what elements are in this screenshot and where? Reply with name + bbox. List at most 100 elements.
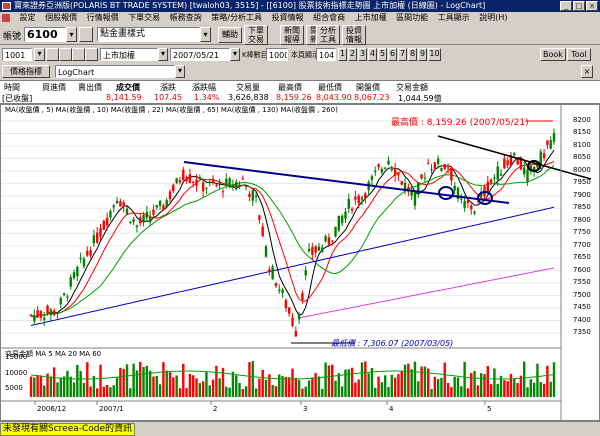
volume-bar	[119, 367, 122, 397]
volume-bar	[185, 388, 188, 397]
volume-bar	[486, 365, 489, 397]
candle-body	[158, 200, 162, 206]
candle-body	[182, 169, 185, 180]
volume-bar	[479, 373, 483, 397]
menu-item-news[interactable]: 投資情報	[272, 13, 304, 22]
volume-bar	[390, 374, 394, 397]
menu-item-market-quote[interactable]: 行情報價	[87, 13, 119, 22]
nav-first-button[interactable]	[46, 48, 59, 61]
num-button-10[interactable]: 10	[428, 48, 441, 61]
code-dropdown-button[interactable]: ▾	[66, 27, 77, 42]
candle-body	[43, 317, 46, 320]
stock-name-field[interactable]: 上市加權	[100, 48, 158, 61]
volume-bar	[314, 372, 317, 397]
stock-dropdown-button[interactable]: ▾	[34, 48, 45, 61]
candle-body	[248, 193, 251, 197]
num-button-8[interactable]: 8	[408, 48, 417, 61]
display-count-input[interactable]: 104	[316, 48, 336, 61]
back-button[interactable]	[79, 27, 93, 42]
volume-bar	[66, 370, 69, 397]
num-button-9[interactable]: 9	[418, 48, 427, 61]
price-indicator-button[interactable]: 價格指標	[2, 65, 50, 78]
price-tick-label: 7750	[573, 228, 591, 237]
num-button-7[interactable]: 7	[398, 48, 407, 61]
volume-bar	[142, 366, 145, 397]
candle-body	[397, 173, 400, 176]
menu-item-stock-quote[interactable]: 個股報價	[45, 13, 77, 22]
close-indicator-button[interactable]: ×	[581, 65, 593, 78]
mode-dropdown-button[interactable]: ▾	[200, 27, 211, 42]
low-annotation: 最低價 : 7,306.07 (2007/03/05)	[331, 339, 454, 348]
analysis-tool-button[interactable]: 分析工具	[316, 25, 340, 45]
volume-bar	[301, 388, 304, 397]
qh-change: 漲跌	[160, 83, 176, 92]
volume-bar	[516, 383, 519, 397]
display-label: 本頁顯示	[291, 51, 319, 59]
volume-bar	[377, 376, 380, 397]
menu-item-settings[interactable]: 設定	[20, 13, 36, 22]
minimize-button[interactable]: _	[560, 1, 572, 11]
menu-item-order[interactable]: 下單交易	[128, 13, 160, 22]
candle-body	[175, 178, 178, 184]
candle-body	[162, 205, 165, 211]
volume-bar	[39, 375, 43, 397]
volume-bar	[483, 373, 486, 397]
chart-type-select[interactable]: LogChart	[55, 65, 175, 78]
candle-body	[506, 160, 509, 166]
candle-body	[119, 201, 122, 207]
mode-select[interactable]: 點金畫樣式	[97, 27, 200, 42]
assist-button[interactable]: 輔助	[218, 27, 242, 43]
price-chart[interactable]	[1, 105, 599, 420]
nav-next-button[interactable]	[72, 48, 85, 61]
chart-area[interactable]: MA(收盤價 , 5) MA(收盤價 , 10) MA(收盤價 , 22) MA…	[0, 104, 600, 421]
num-button-5[interactable]: 5	[378, 48, 387, 61]
num-button-3[interactable]: 3	[358, 48, 367, 61]
stock-code-input[interactable]: 1001	[2, 48, 32, 61]
qh-ask: 賣出價	[78, 83, 102, 92]
candle-body	[552, 133, 556, 142]
menu-item-account[interactable]: 帳務查詢	[170, 13, 202, 22]
volume-bar	[218, 378, 221, 397]
price-tick-label: 7800	[573, 215, 591, 224]
volume-bar	[476, 385, 480, 397]
menu-item-range[interactable]: 區間功能	[396, 13, 428, 22]
price-tick-label: 7650	[573, 253, 591, 262]
volume-bar	[407, 363, 410, 397]
nav-last-button[interactable]	[85, 48, 98, 61]
maximize-button[interactable]: □	[573, 1, 585, 11]
date-picker-button[interactable]: ▾	[230, 48, 240, 61]
candle-body	[49, 309, 53, 316]
volume-bar	[519, 375, 523, 397]
volume-bar	[254, 388, 258, 397]
menu-item-index[interactable]: 上市加權	[355, 13, 387, 22]
volume-bar	[331, 364, 334, 397]
chart-type-dropdown[interactable]: ▾	[175, 65, 185, 78]
close-button[interactable]: ×	[586, 1, 598, 11]
volume-bar	[513, 378, 516, 397]
date-input[interactable]: 2007/05/21	[170, 48, 230, 61]
news-report-button[interactable]: 新聞報導	[280, 25, 304, 45]
invest-info-button[interactable]: 投資情報	[342, 25, 366, 45]
candle-body	[178, 180, 182, 183]
candle-body	[281, 289, 284, 294]
num-button-4[interactable]: 4	[368, 48, 377, 61]
book-button[interactable]: Book	[540, 48, 566, 61]
candle-body	[125, 208, 129, 215]
order-button[interactable]: 下單交易	[244, 25, 268, 45]
nav-prev-button[interactable]	[59, 48, 72, 61]
code-input[interactable]: 6100	[24, 27, 66, 42]
menu-item-portfolio[interactable]: 組合會商	[313, 13, 345, 22]
volume-bar	[463, 361, 466, 397]
num-button-1[interactable]: 1	[338, 48, 347, 61]
num-button-6[interactable]: 6	[388, 48, 397, 61]
menu-item-strategy[interactable]: 策略/分析工具	[211, 13, 262, 22]
volume-bar	[59, 377, 62, 397]
num-button-2[interactable]: 2	[348, 48, 357, 61]
stock-name-dropdown[interactable]: ▾	[158, 48, 168, 61]
candle-body	[357, 195, 360, 204]
tool-button[interactable]: Tool	[567, 48, 591, 61]
menu-item-help[interactable]: 說明(H)	[479, 13, 507, 22]
kbar-count-input[interactable]: 1000	[266, 48, 288, 61]
candle-body	[466, 199, 470, 204]
menu-item-tools[interactable]: 工具顯示	[438, 13, 470, 22]
